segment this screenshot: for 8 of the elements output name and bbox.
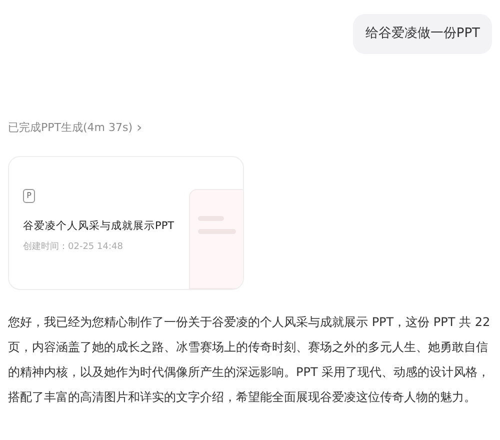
chevron-icon: ›: [136, 120, 142, 135]
ppt-title: 谷爱凌个人风采与成就展示PPT: [23, 219, 176, 234]
user-message: 给谷爱凌做一份PPT: [353, 14, 492, 54]
reply-paragraph: 您好，我已经为您精心制作了一份关于谷爱凌的个人风采与成就展示 PPT，这份 PPT 共 22 页，内容涵盖了她的成长之路、冰雪赛场上的传奇时刻、赛场之外的多元人生、她勇敢自信的精神内核，以及她作为时代偶像所产生的深远影响。PPT 采用了现代、动感的设计风格，搭配了丰富的高清图片和详实的文字介绍，希望能全面展现谷爱凌这位传奇人物的魅力。: [8, 314, 492, 406]
created-time: 创建时间：02-25 14:48: [23, 240, 124, 254]
ppt-file-icon: P: [23, 189, 35, 203]
status-link[interactable]: 已完成PPT生成(4m 37s): [8, 120, 133, 136]
ppt-card[interactable]: P 谷爱凌个人风采与成就展示PPT 创建时间：02-25 14:48: [8, 156, 244, 290]
